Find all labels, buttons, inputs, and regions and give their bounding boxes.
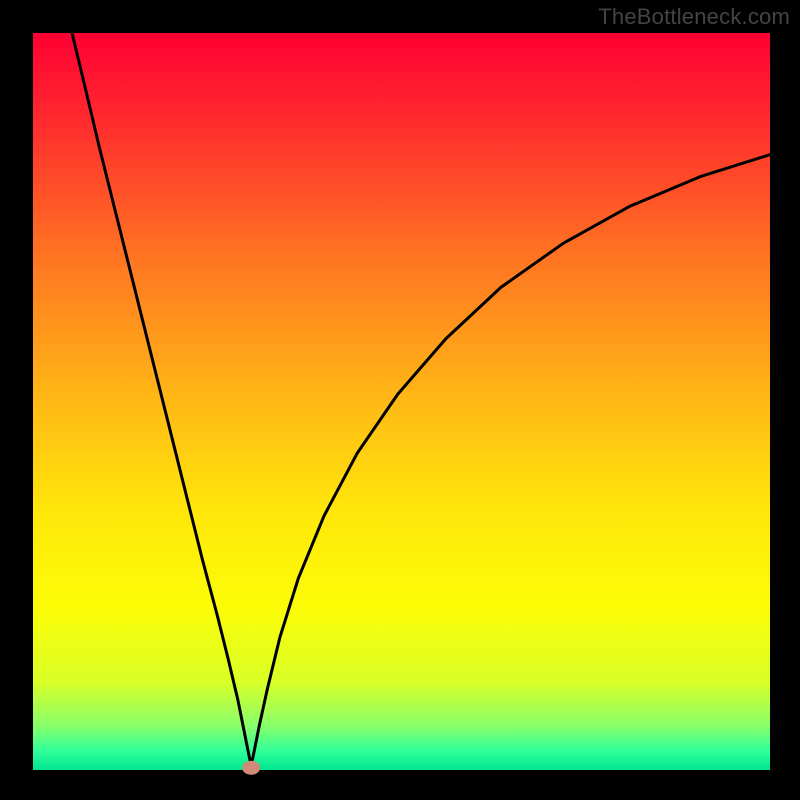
plot-background [33, 33, 770, 770]
bottleneck-chart [0, 0, 800, 800]
minimum-marker [242, 761, 260, 775]
chart-frame: TheBottleneck.com [0, 0, 800, 800]
